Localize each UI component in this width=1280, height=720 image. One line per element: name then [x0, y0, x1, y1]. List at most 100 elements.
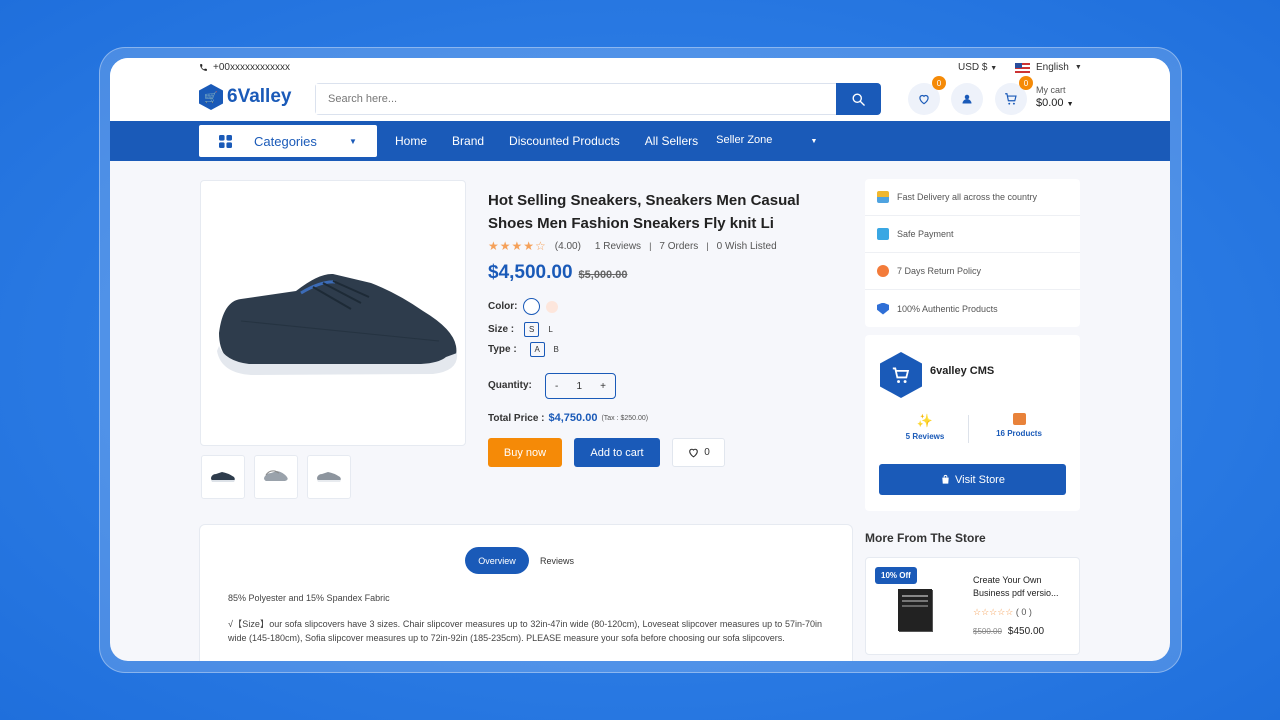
grid-icon: [219, 134, 232, 148]
language-label: English: [1036, 62, 1069, 73]
current-price: $4,500.00: [488, 262, 573, 283]
add-to-cart-button[interactable]: Add to cart: [574, 438, 660, 467]
related-rating: ☆☆☆☆☆ ( 0 ): [973, 607, 1032, 618]
browser-screen: +00xxxxxxxxxxxx USD $ ▼ English ▼ 🛒 6Val…: [110, 58, 1170, 661]
thumbnail-2[interactable]: [254, 455, 298, 499]
store-logo-icon: [880, 352, 922, 398]
related-rating-count: ( 0 ): [1015, 607, 1032, 617]
qty-minus-button[interactable]: -: [555, 381, 558, 392]
color-row: Color:: [488, 298, 559, 315]
tab-reviews[interactable]: Reviews: [540, 556, 574, 566]
related-product-title[interactable]: Create Your Own Business pdf versio...: [973, 574, 1073, 600]
type-label: Type :: [488, 344, 517, 355]
size-option-s[interactable]: S: [524, 322, 540, 337]
account-button[interactable]: [951, 83, 983, 115]
wishlist-toggle-button[interactable]: 0: [672, 438, 725, 467]
feature-item: 7 Days Return Policy: [865, 253, 1080, 290]
store-reviews: ✨ 5 Reviews: [885, 413, 965, 441]
top-bar: +00xxxxxxxxxxxx USD $ ▼ English ▼: [110, 58, 1170, 78]
price-block: $4,500.00 $5,000.00: [488, 262, 627, 284]
heart-icon: [919, 94, 929, 105]
phone-number: +00xxxxxxxxxxxx: [213, 62, 290, 73]
phone-contact[interactable]: +00xxxxxxxxxxxx: [199, 62, 290, 73]
nav-links: Home Brand Discounted Products All Selle…: [395, 134, 867, 148]
visit-store-label: Visit Store: [955, 473, 1005, 486]
delivery-truck-icon: [877, 191, 889, 203]
divider: [968, 415, 969, 443]
qty-value[interactable]: 1: [576, 381, 582, 392]
qty-plus-button[interactable]: +: [600, 381, 606, 392]
discount-badge: 10% Off: [875, 567, 917, 584]
size-label: Size :: [488, 324, 515, 335]
cart-icon: [1005, 93, 1017, 105]
rating-stars: ★★★★☆: [488, 239, 547, 253]
us-flag-icon: [1015, 62, 1030, 73]
cart-count-badge: 0: [1019, 76, 1033, 90]
shield-icon: [877, 302, 889, 315]
old-price: $5,000.00: [578, 269, 628, 281]
thumbnail-1[interactable]: [201, 455, 245, 499]
logo-text: 6Valley: [227, 86, 292, 107]
overview-text: 85% Polyester and 15% Spandex Fabric: [228, 593, 390, 603]
shopping-bag-icon: [942, 474, 949, 484]
store-card: 6valley CMS ✨ 5 Reviews 16 Products Visi…: [865, 335, 1080, 511]
wishlist-count-badge: 0: [932, 76, 946, 90]
total-value: $4,750.00: [548, 412, 598, 424]
orders-count: 7 Orders: [659, 240, 699, 252]
feature-item: 100% Authentic Products: [865, 290, 1080, 327]
heart-icon: [689, 448, 699, 458]
phone-icon: [200, 64, 207, 71]
feature-item: Fast Delivery all across the country: [865, 179, 1080, 216]
nav-discounted-products[interactable]: Discounted Products: [509, 134, 620, 148]
categories-dropdown[interactable]: Categories ▼: [199, 125, 377, 157]
product-main-image[interactable]: [200, 180, 466, 446]
cart-summary[interactable]: My cart $0.00 ▼: [1036, 84, 1074, 111]
logo-mark-icon: 🛒: [199, 84, 223, 110]
store-name[interactable]: 6valley CMS: [930, 365, 994, 377]
size-option-l[interactable]: L: [543, 322, 558, 337]
cart-amount: $0.00: [1036, 97, 1064, 109]
overview-panel: Overview Reviews 85% Polyester and 15% S…: [199, 524, 853, 661]
chevron-down-icon: ▼: [1074, 64, 1082, 71]
categories-label: Categories: [254, 133, 317, 149]
divider: |: [706, 241, 709, 251]
reviews-count[interactable]: 1 Reviews: [595, 241, 641, 252]
thumbnail-3[interactable]: [307, 455, 351, 499]
nav-brand[interactable]: Brand: [452, 134, 484, 148]
wishlist-button[interactable]: 0: [908, 76, 946, 115]
visit-store-button[interactable]: Visit Store: [879, 464, 1066, 495]
site-header: 🛒 6Valley 0 0 My cart $0.00 ▼: [110, 76, 1170, 121]
search-button[interactable]: [836, 83, 881, 115]
search-bar: [315, 83, 881, 115]
language-select[interactable]: English ▼: [1015, 62, 1082, 73]
chevron-down-icon: ▼: [349, 136, 357, 146]
site-logo[interactable]: 🛒 6Valley: [199, 84, 291, 110]
feature-text: Fast Delivery all across the country: [897, 192, 1038, 202]
type-option-a[interactable]: A: [529, 342, 545, 357]
nav-all-sellers[interactable]: All Sellers: [645, 134, 698, 148]
products-box-icon: [1012, 413, 1026, 425]
chevron-down-icon: ▼: [990, 65, 998, 72]
overview-text: √【Size】our sofa slipcovers have 3 sizes.…: [228, 619, 822, 643]
nav-home[interactable]: Home: [395, 134, 427, 148]
cart-label: My cart: [1036, 85, 1066, 95]
color-swatch-navy[interactable]: [523, 298, 541, 315]
wish-count: 0: [704, 447, 710, 458]
currency-label: USD $: [958, 62, 988, 73]
related-product-card[interactable]: 10% Off Create Your Own Business pdf ver…: [865, 557, 1080, 655]
feature-text: Safe Payment: [897, 229, 954, 239]
tax-note: (Tax : $250.00): [601, 414, 649, 422]
search-input[interactable]: [316, 84, 816, 114]
currency-select[interactable]: USD $ ▼: [958, 62, 997, 73]
divider: |: [649, 241, 652, 251]
color-swatch-beige[interactable]: [546, 300, 559, 313]
quantity-stepper: - 1 +: [545, 373, 616, 399]
store-products-count: 16 Products: [996, 429, 1042, 438]
buy-now-button[interactable]: Buy now: [488, 438, 562, 467]
tab-overview[interactable]: Overview: [465, 547, 529, 574]
type-option-b[interactable]: B: [549, 342, 564, 357]
nav-seller-zone[interactable]: Seller Zone ▼: [716, 134, 842, 148]
cart-button[interactable]: 0: [995, 76, 1033, 115]
features-card: Fast Delivery all across the country Saf…: [865, 179, 1080, 327]
related-old-price: $500.00: [973, 627, 1002, 636]
